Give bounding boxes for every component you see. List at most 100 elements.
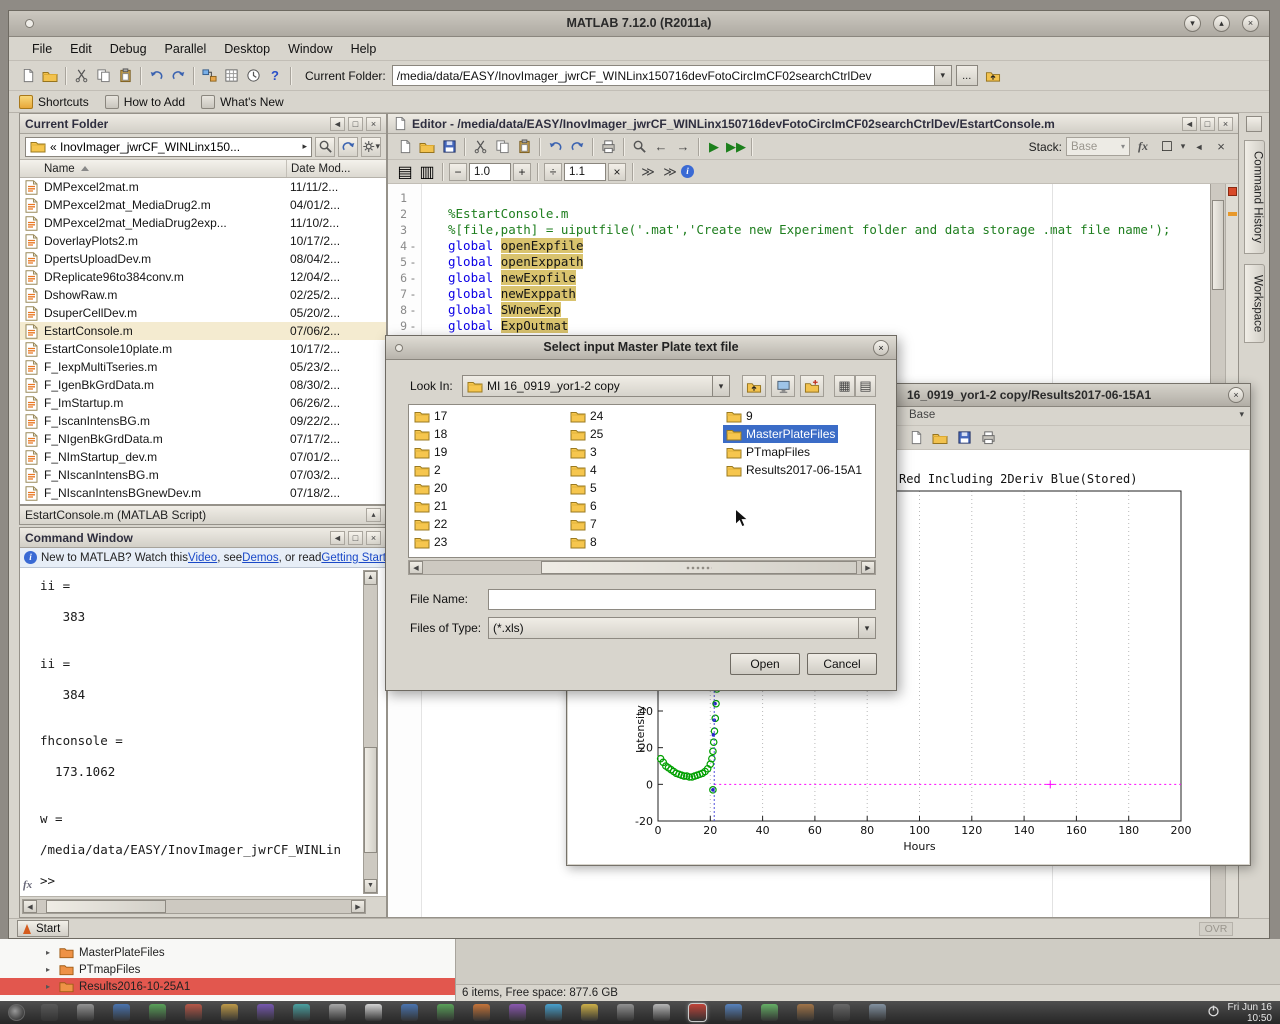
insert-function-icon[interactable]: fx [1138, 139, 1148, 154]
scroll-up-icon[interactable]: ▲ [364, 571, 377, 585]
scroll-track[interactable] [364, 585, 377, 879]
divide-value-button[interactable]: ÷ [544, 163, 562, 181]
taskbar-app-icon[interactable] [725, 1004, 742, 1021]
tree-item[interactable]: ▸MasterPlateFiles [0, 944, 455, 961]
taskbar-app-icon[interactable] [77, 1004, 94, 1021]
list-view-icon[interactable]: ▤ [855, 375, 876, 397]
tab-workspace[interactable]: Workspace [1244, 264, 1265, 343]
current-folder-path-input[interactable] [393, 67, 934, 84]
value-input[interactable]: 1.0 [469, 163, 511, 181]
cancel-button[interactable]: Cancel [807, 653, 877, 675]
figure-stack-value[interactable]: Base [909, 409, 935, 421]
paste-icon[interactable] [114, 65, 136, 87]
go-forward-icon[interactable]: → [672, 136, 694, 158]
decrease-value-button[interactable]: − [449, 163, 467, 181]
file-row[interactable]: F_IscanIntensBG.m09/22/2... [20, 412, 386, 430]
eval-advance-icon[interactable]: ≫ [659, 161, 681, 183]
code-line[interactable]: global newExpfile [448, 270, 1238, 286]
search-icon[interactable] [315, 137, 335, 157]
increase-value-button[interactable]: + [513, 163, 531, 181]
code-line[interactable]: global newExppath [448, 286, 1238, 302]
file-row[interactable]: DMPexcel2mat_MediaDrug2exp...11/10/2... [20, 214, 386, 232]
copy-icon[interactable] [491, 136, 513, 158]
taskbar-app-icon[interactable] [545, 1004, 562, 1021]
folder-list-scrollbar[interactable]: ◀ ▶ [408, 560, 876, 575]
collapse-icon[interactable]: ▴ [366, 508, 381, 522]
cut-icon[interactable] [469, 136, 491, 158]
folder-item[interactable]: 17 [411, 407, 450, 425]
expander-icon[interactable]: ▸ [46, 982, 54, 991]
column-date-modified[interactable]: Date Mod... [286, 160, 386, 177]
editor-close-icon[interactable]: × [1210, 136, 1232, 158]
file-row[interactable]: DMPexcel2mat.m11/11/2... [20, 178, 386, 196]
taskbar-app-icon[interactable] [365, 1004, 382, 1021]
up-one-level-icon[interactable] [742, 375, 766, 397]
desktop-icon[interactable] [771, 375, 795, 397]
taskbar-app-icon[interactable] [473, 1004, 490, 1021]
go-back-icon[interactable]: ← [650, 136, 672, 158]
code-line[interactable] [448, 190, 1238, 206]
view-dropdown-icon[interactable]: ▾ [1178, 136, 1188, 158]
file-row[interactable]: F_NIgenBkGrdData.m07/17/2... [20, 430, 386, 448]
demos-link[interactable]: Demos [242, 552, 278, 564]
info-icon[interactable]: i [681, 165, 694, 178]
browse-button[interactable]: ... [956, 65, 978, 86]
taskbar-app-icon[interactable] [221, 1004, 238, 1021]
file-row[interactable]: F_IgenBkGrdData.m08/30/2... [20, 376, 386, 394]
getting-started-link[interactable]: Getting Started [321, 552, 386, 564]
folder-item[interactable]: 4 [567, 461, 600, 479]
close-icon[interactable]: × [366, 531, 381, 545]
taskbar-app-icon[interactable] [329, 1004, 346, 1021]
dock-icon[interactable] [1246, 116, 1262, 132]
multiplier-input[interactable]: 1.1 [564, 163, 606, 181]
scroll-right-icon[interactable]: ▶ [351, 900, 365, 913]
column-name[interactable]: Name [20, 163, 75, 175]
taskbar-app-icon[interactable] [437, 1004, 454, 1021]
taskbar-app-icon[interactable] [149, 1004, 166, 1021]
menu-help[interactable]: Help [342, 39, 386, 59]
file-row[interactable]: DpertsUploadDev.m08/04/2... [20, 250, 386, 268]
actions-gear-icon[interactable]: ▾ [361, 137, 381, 157]
expander-icon[interactable]: ▸ [46, 965, 54, 974]
folder-item[interactable]: 19 [411, 443, 450, 461]
current-folder-header[interactable]: Current Folder ◄□× [20, 114, 386, 134]
taskbar-app-icon[interactable] [797, 1004, 814, 1021]
combo-dropdown-icon[interactable]: ▾ [934, 66, 951, 85]
open-file-icon[interactable] [929, 427, 951, 449]
taskbar-app-icon[interactable] [509, 1004, 526, 1021]
redo-icon[interactable] [566, 136, 588, 158]
taskbar-app-icon[interactable] [689, 1004, 706, 1021]
file-row[interactable]: DReplicate96to384conv.m12/04/2... [20, 268, 386, 286]
how-to-add-link[interactable]: How to Add [124, 95, 185, 109]
file-name-input[interactable] [488, 589, 876, 610]
menu-desktop[interactable]: Desktop [215, 39, 279, 59]
console-vertical-scrollbar[interactable]: ▲ ▼ [363, 570, 378, 894]
taskbar-app-icon[interactable] [653, 1004, 670, 1021]
maximize-icon[interactable]: ▴ [1213, 15, 1230, 32]
tab-command-history[interactable]: Command History [1244, 140, 1265, 254]
file-row[interactable]: EstartConsole.m07/06/2... [20, 322, 386, 340]
folder-item[interactable]: 23 [411, 533, 450, 551]
scroll-right-icon[interactable]: ▶ [861, 561, 875, 574]
undock-icon[interactable]: ◄ [330, 117, 345, 131]
profiler-icon[interactable] [242, 65, 264, 87]
file-row[interactable]: DMPexcel2mat_MediaDrug2.m04/01/2... [20, 196, 386, 214]
menu-edit[interactable]: Edit [61, 39, 101, 59]
open-file-icon[interactable] [416, 136, 438, 158]
folder-item[interactable]: PTmapFiles [723, 443, 813, 461]
redo-icon[interactable] [167, 65, 189, 87]
file-row[interactable]: F_ImStartup.m06/26/2... [20, 394, 386, 412]
folder-item[interactable]: 9 [723, 407, 756, 425]
open-button[interactable]: Open [730, 653, 800, 675]
multiply-value-button[interactable]: × [608, 163, 626, 181]
tree-item[interactable]: ▸Results2016-10-25A1 [0, 978, 455, 995]
create-new-folder-icon[interactable] [800, 375, 824, 397]
file-row[interactable]: F_NIscanIntensBGnewDev.m07/18/2... [20, 484, 386, 502]
expander-icon[interactable]: ▸ [46, 948, 54, 957]
undock-icon[interactable]: ◄ [330, 531, 345, 545]
folder-item[interactable]: 20 [411, 479, 450, 497]
scroll-left-icon[interactable]: ◀ [409, 561, 423, 574]
taskbar-app-icon[interactable] [617, 1004, 634, 1021]
run-advance-icon[interactable]: ▶▶ [725, 136, 747, 158]
undo-icon[interactable] [544, 136, 566, 158]
